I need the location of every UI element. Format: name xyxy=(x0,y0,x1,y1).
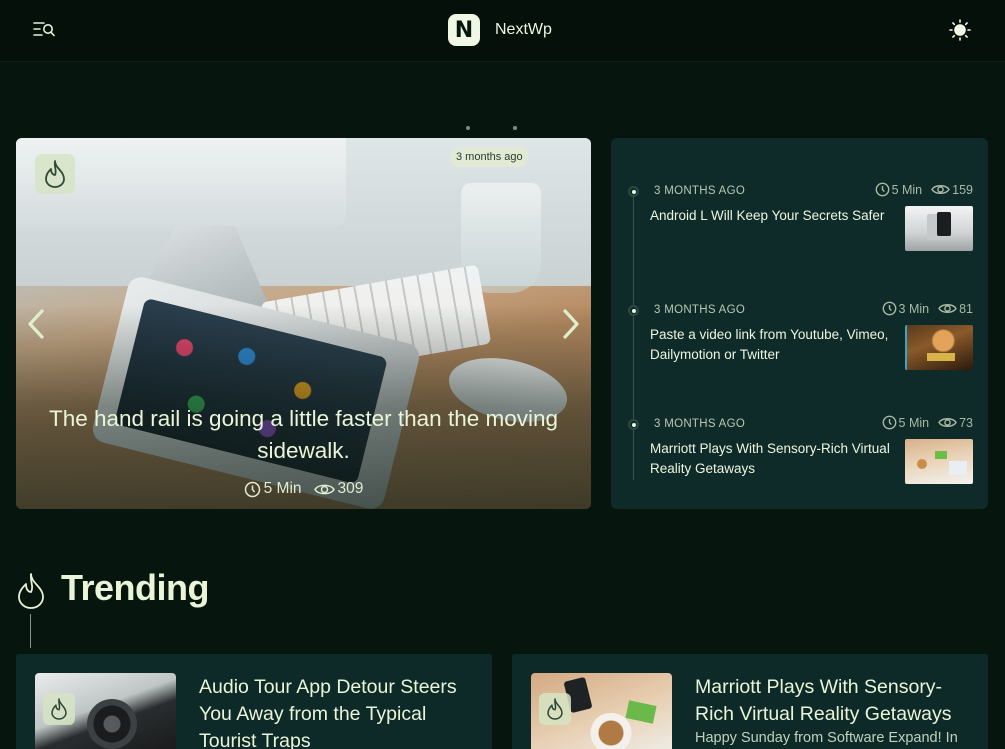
site-logo[interactable]: N NextWp xyxy=(448,14,552,46)
slider-dot[interactable] xyxy=(466,126,470,130)
hero-title[interactable]: The hand rail is going a little faster t… xyxy=(36,403,571,467)
timeline-dot xyxy=(628,419,639,430)
trending-card[interactable]: Audio Tour App Detour Steers You Away fr… xyxy=(16,654,492,749)
post-title[interactable]: Marriott Plays With Sensory-Rich Virtual… xyxy=(650,439,895,479)
hero-slide[interactable]: 3 months ago The hand rail is going a li… xyxy=(16,138,591,509)
thumb-lens-shape xyxy=(87,699,137,749)
thumb-paper-shape xyxy=(625,700,657,724)
clock-icon xyxy=(244,481,260,497)
post-thumbnail[interactable] xyxy=(905,325,973,370)
eye-icon xyxy=(938,304,957,313)
flame-icon xyxy=(16,572,46,610)
hero-date-badge: 3 months ago xyxy=(451,147,528,167)
eye-icon xyxy=(938,418,957,427)
post-read-time: 5 Min xyxy=(882,415,930,430)
thumb-cup-shape xyxy=(589,713,633,749)
thumb-shape xyxy=(935,451,947,459)
logo-mark: N xyxy=(448,14,480,46)
post-read-time-label: 3 Min xyxy=(898,301,930,316)
post-views: 159 xyxy=(931,183,973,197)
hero-read-time: 5 Min xyxy=(244,480,302,498)
post-date: 3 MONTHS AGO xyxy=(654,185,746,197)
post-read-time: 3 Min xyxy=(882,301,930,316)
post-stats: 5 Min 73 xyxy=(882,415,973,430)
post-title[interactable]: Android L Will Keep Your Secrets Safer xyxy=(650,206,895,226)
post-views-count: 73 xyxy=(959,415,973,430)
thumb-shape xyxy=(949,461,967,475)
post-read-time-label: 5 Min xyxy=(898,415,930,430)
post-stats: 3 Min 81 xyxy=(882,301,973,316)
thumb-label-shape xyxy=(927,353,955,361)
section-title-underline xyxy=(30,614,31,648)
section-title-trending: Trending xyxy=(61,567,210,608)
next-arrow-icon[interactable] xyxy=(559,308,583,340)
eye-icon xyxy=(313,484,335,494)
hero-views: 309 xyxy=(313,480,364,498)
card-thumbnail[interactable] xyxy=(35,673,176,749)
post-read-time: 5 Min xyxy=(875,182,923,197)
clock-icon xyxy=(882,301,896,316)
flame-icon xyxy=(43,693,75,725)
sun-icon[interactable] xyxy=(949,19,971,41)
eye-icon xyxy=(931,185,950,194)
hero-views-count: 309 xyxy=(337,480,364,497)
post-views-count: 81 xyxy=(959,301,973,316)
thumb-shape xyxy=(917,459,927,469)
clock-icon xyxy=(882,415,896,430)
post-thumbnail[interactable] xyxy=(905,439,973,484)
post-stats: 5 Min 159 xyxy=(875,182,973,197)
card-title[interactable]: Marriott Plays With Sensory-Rich Virtual… xyxy=(695,674,970,728)
flame-icon xyxy=(35,154,75,194)
flame-icon xyxy=(539,693,571,725)
menu-search-icon[interactable] xyxy=(32,19,56,41)
site-header: N NextWp xyxy=(0,0,1005,62)
prev-arrow-icon[interactable] xyxy=(24,308,48,340)
post-views-count: 159 xyxy=(952,182,973,197)
card-thumbnail[interactable] xyxy=(531,673,672,749)
card-excerpt: Happy Sunday from Software Expand! In xyxy=(695,730,958,746)
recent-posts-panel: 3 MONTHS AGO 5 Min 159 Android L Will Ke… xyxy=(611,138,988,509)
trending-card[interactable]: Marriott Plays With Sensory-Rich Virtual… xyxy=(512,654,988,749)
slider-dots xyxy=(466,126,526,132)
thumb-phone-shape xyxy=(937,212,951,236)
hero-meta: 5 Min 309 xyxy=(16,480,591,498)
timeline-line xyxy=(633,190,634,480)
post-date: 3 MONTHS AGO xyxy=(654,418,746,430)
timeline-dot xyxy=(628,186,639,197)
clock-icon xyxy=(875,182,889,197)
slider-dot[interactable] xyxy=(513,126,517,130)
post-thumbnail[interactable] xyxy=(905,206,973,251)
post-date: 3 MONTHS AGO xyxy=(654,304,746,316)
timeline-dot xyxy=(628,305,639,316)
card-title[interactable]: Audio Tour App Detour Steers You Away fr… xyxy=(199,674,474,749)
post-views: 73 xyxy=(938,416,973,430)
post-read-time-label: 5 Min xyxy=(891,182,923,197)
post-views: 81 xyxy=(938,302,973,316)
post-title[interactable]: Paste a video link from Youtube, Vimeo, … xyxy=(650,325,895,365)
hero-read-time-label: 5 Min xyxy=(263,480,302,497)
brand-name: NextWp xyxy=(495,21,552,38)
